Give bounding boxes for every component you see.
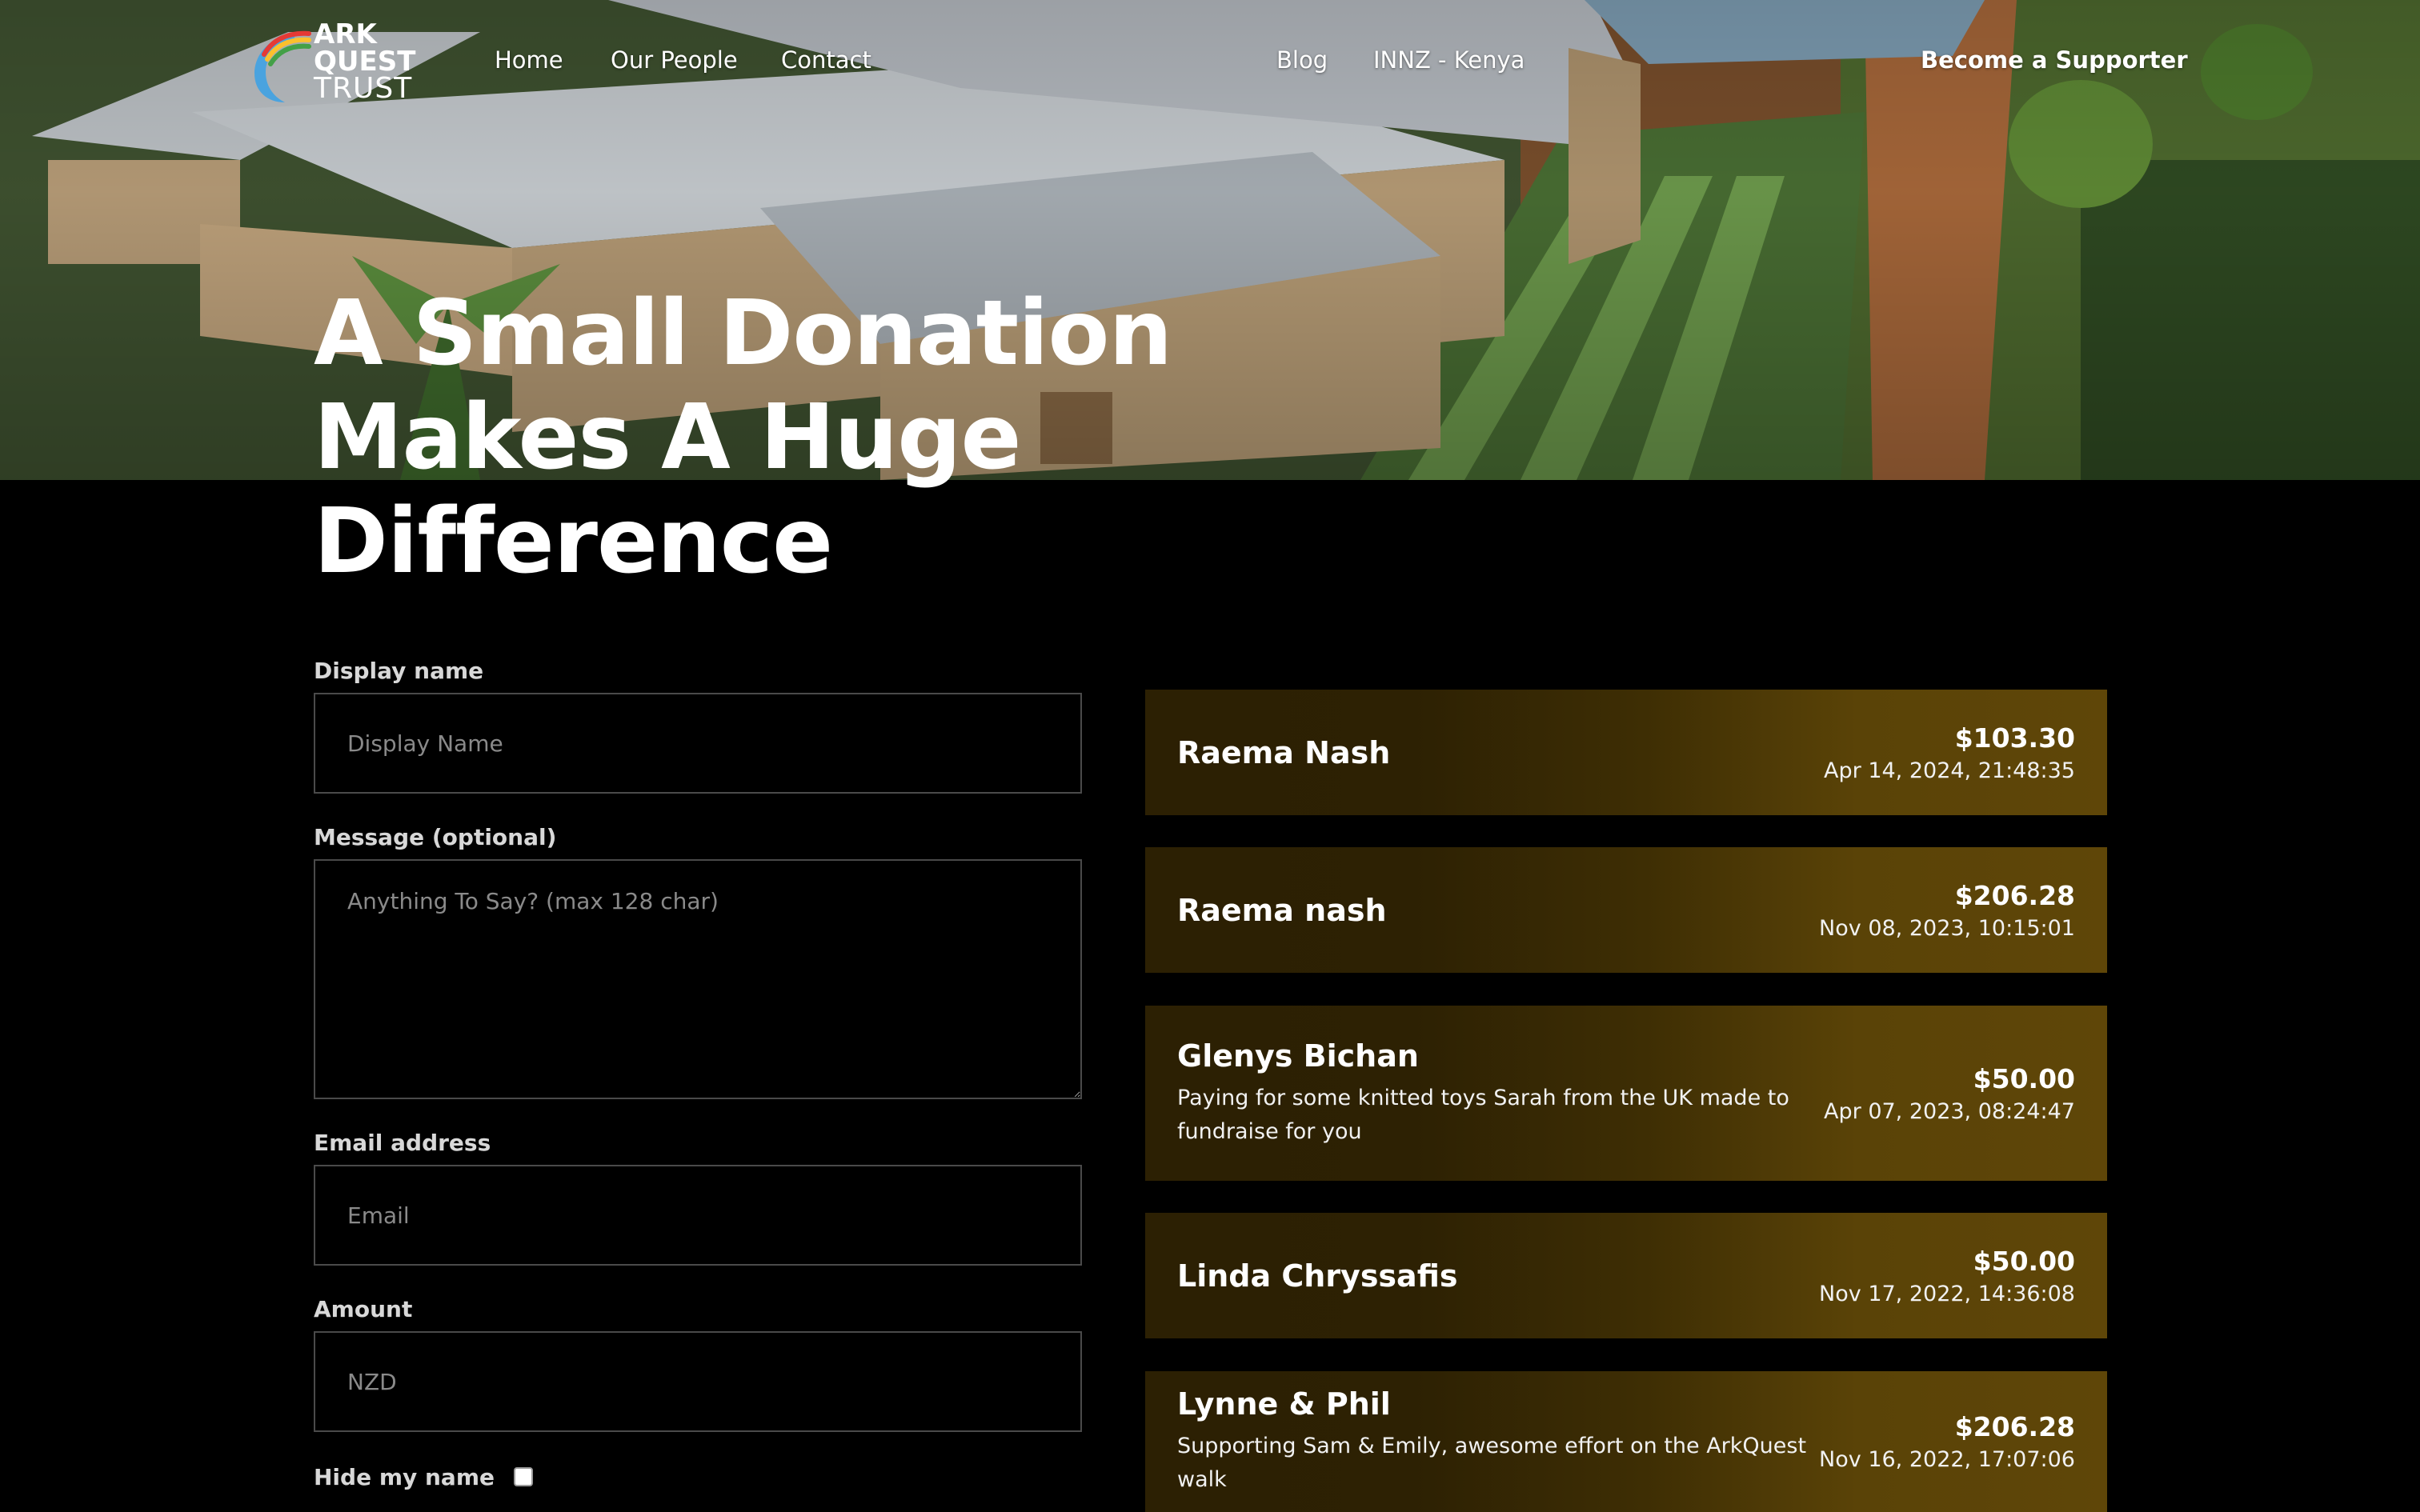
message-textarea[interactable] [314,859,1082,1099]
donation-amount: $206.28 [1954,1411,2075,1442]
page-title: A Small Donation Makes A Huge Difference [314,282,1354,594]
site-logo[interactable]: ARK QUEST TRUST [248,21,424,104]
donation-date: Apr 14, 2024, 21:48:35 [1824,758,2075,783]
page-title-line-3: Difference [314,490,833,594]
nav-home[interactable]: Home [495,46,563,74]
message-label: Message (optional) [314,824,557,850]
amount-label: Amount [314,1296,413,1322]
donation-info: Linda Chryssafis [1177,1258,1457,1294]
donation-message: Supporting Sam & Emily, awesome effort o… [1177,1434,1807,1492]
donation-info: Raema nash [1177,893,1387,928]
nav-our-people[interactable]: Our People [611,46,738,74]
donation-info: Lynne & Phil Supporting Sam & Emily, awe… [1177,1386,1817,1497]
donation-amount: $50.00 [1973,1245,2075,1277]
display-name-label: Display name [314,658,484,684]
donation-meta: $50.00 Apr 07, 2023, 08:24:47 [1824,1063,2075,1124]
logo-line-quest: QUEST [314,46,416,78]
logo-line-trust: TRUST [314,72,413,105]
donation-card: Raema nash $206.28 Nov 08, 2023, 10:15:0… [1145,847,2107,973]
hide-name-row: Hide my name [314,1461,533,1493]
donation-amount: $103.30 [1954,722,2075,754]
donation-amount: $206.28 [1954,879,2075,911]
hide-name-label: Hide my name [314,1463,495,1490]
donation-card: Raema Nash $103.30 Apr 14, 2024, 21:48:3… [1145,690,2107,815]
donation-date: Nov 17, 2022, 14:36:08 [1819,1281,2075,1306]
donation-meta: $50.00 Nov 17, 2022, 14:36:08 [1819,1246,2075,1306]
page-title-line-1: A Small Donation [314,282,1172,386]
donor-name: Linda Chryssafis [1177,1258,1458,1294]
donor-name: Lynne & Phil [1177,1386,1391,1422]
donation-meta: $206.28 Nov 16, 2022, 17:07:06 [1819,1411,2075,1472]
logo-wordmark: ARK QUEST TRUST [314,18,416,105]
donation-amount: $50.00 [1973,1062,2075,1094]
donation-info: Raema Nash [1177,735,1390,770]
page-title-line-2: Makes A Huge [314,386,1021,490]
donor-name: Raema Nash [1177,734,1391,770]
donor-name: Raema nash [1177,892,1387,928]
donor-name: Glenys Bichan [1177,1038,1419,1074]
donation-info: Glenys Bichan Paying for some knitted to… [1177,1038,1817,1149]
nav-innz-kenya[interactable]: INNZ - Kenya [1373,46,1525,74]
nav-blog[interactable]: Blog [1276,46,1328,74]
donation-card: Lynne & Phil Supporting Sam & Emily, awe… [1145,1371,2107,1512]
email-label: Email address [314,1130,491,1156]
donation-message: Paying for some knitted toys Sarah from … [1177,1085,1789,1144]
donation-date: Apr 07, 2023, 08:24:47 [1824,1098,2075,1124]
donation-meta: $103.30 Apr 14, 2024, 21:48:35 [1824,722,2075,783]
donation-date: Nov 16, 2022, 17:07:06 [1819,1447,2075,1472]
nav-contact[interactable]: Contact [781,46,871,74]
become-supporter-button[interactable]: Become a Supporter [1921,46,2188,74]
donation-card: Glenys Bichan Paying for some knitted to… [1145,1006,2107,1181]
amount-input[interactable] [314,1331,1082,1432]
logo-line-ark: ARK [314,18,377,50]
donation-card: Linda Chryssafis $50.00 Nov 17, 2022, 14… [1145,1213,2107,1338]
display-name-input[interactable] [314,693,1082,794]
email-field[interactable] [314,1165,1082,1266]
hide-name-checkbox[interactable] [513,1467,533,1486]
donation-meta: $206.28 Nov 08, 2023, 10:15:01 [1819,880,2075,941]
rainbow-swoosh-icon [254,30,311,102]
donation-date: Nov 08, 2023, 10:15:01 [1819,915,2075,941]
